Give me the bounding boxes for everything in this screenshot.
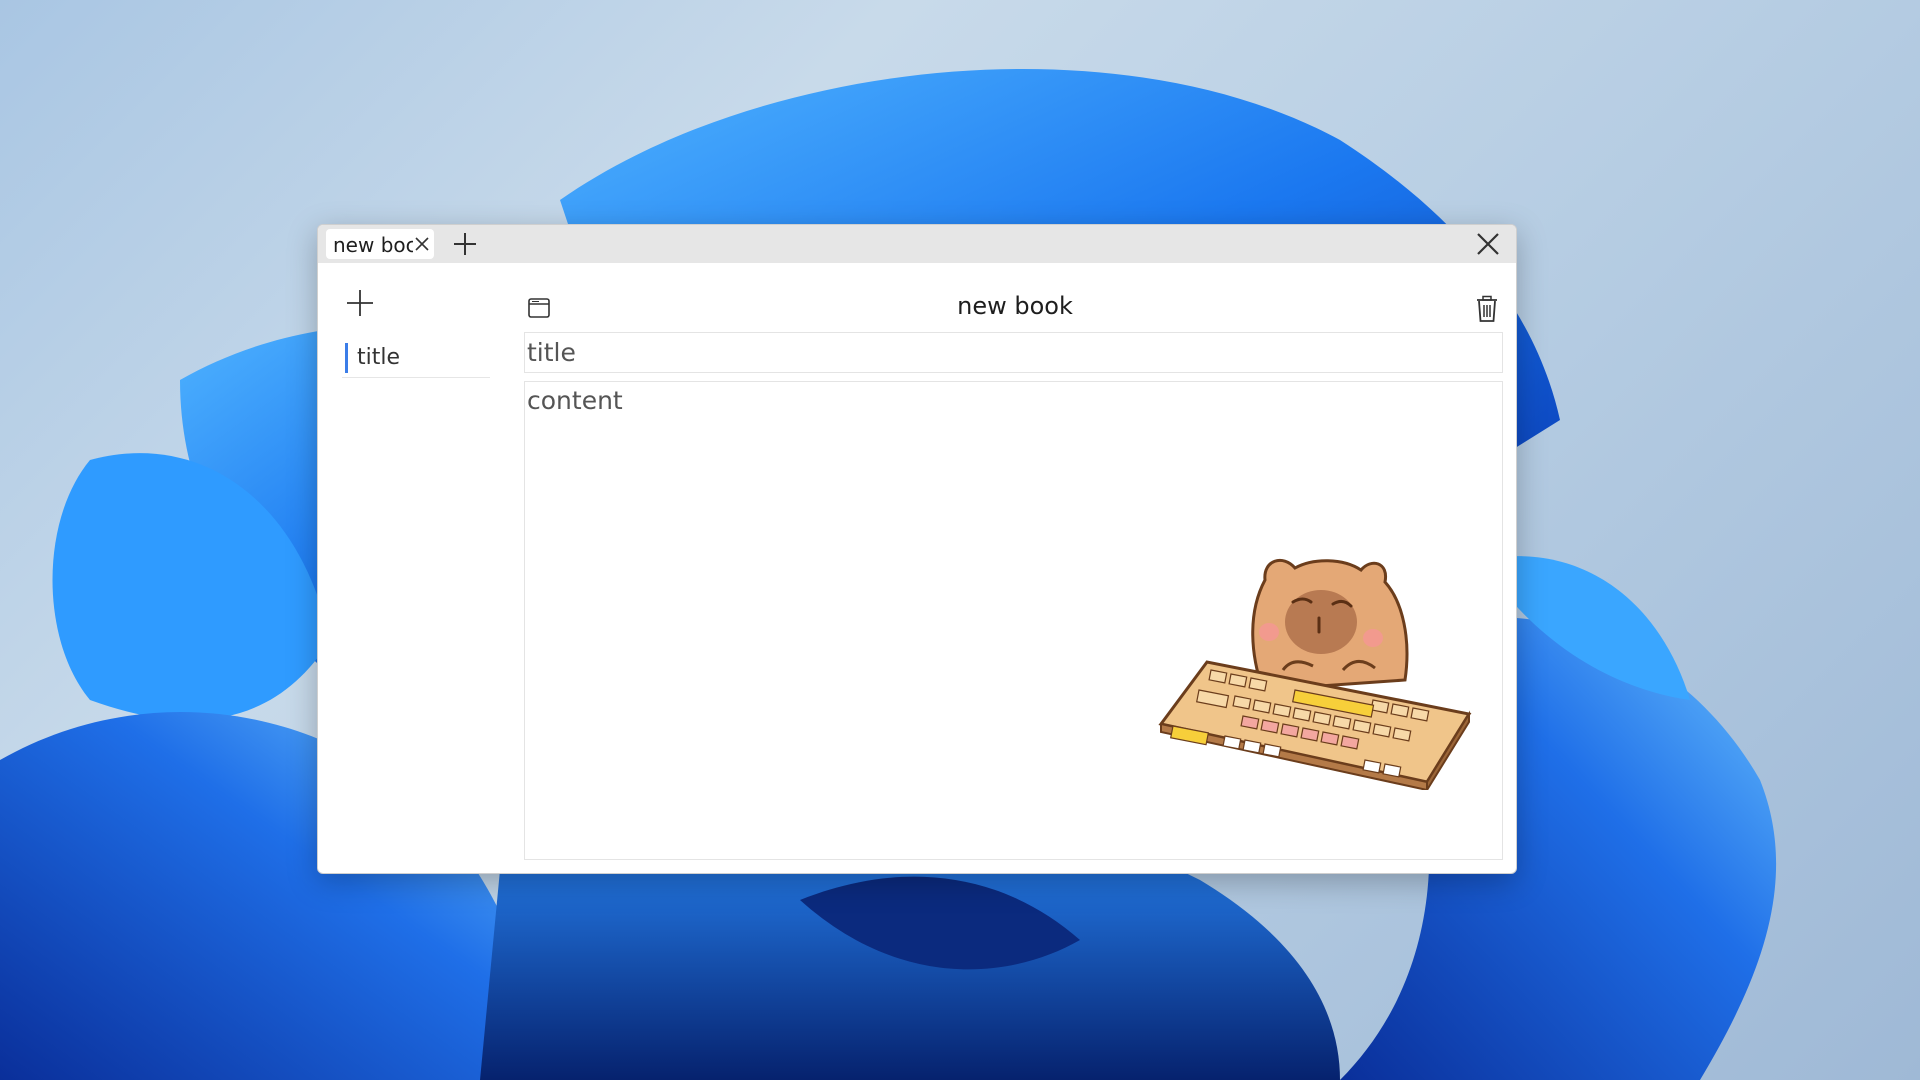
tab-new-book[interactable]: new boc: [326, 229, 434, 259]
trash-icon[interactable]: [1474, 295, 1500, 323]
title-bar: new boc: [318, 225, 1516, 263]
close-icon[interactable]: [414, 236, 430, 252]
window-icon[interactable]: [527, 296, 551, 320]
desktop: new boc title new book title content: [0, 0, 1920, 1080]
plus-icon[interactable]: [346, 289, 374, 317]
capybara-keyboard-sticker: [1158, 558, 1472, 790]
sidebar-item-label: title: [357, 345, 401, 370]
book-title: new book: [957, 292, 1073, 320]
title-input[interactable]: [524, 332, 1503, 373]
sidebar-item-title[interactable]: title: [342, 339, 490, 378]
app-window: new boc title new book title content: [317, 224, 1517, 874]
plus-icon[interactable]: [452, 231, 478, 257]
selected-indicator: [345, 343, 348, 373]
close-icon[interactable]: [1475, 231, 1501, 257]
tab-label: new boc: [333, 234, 413, 256]
